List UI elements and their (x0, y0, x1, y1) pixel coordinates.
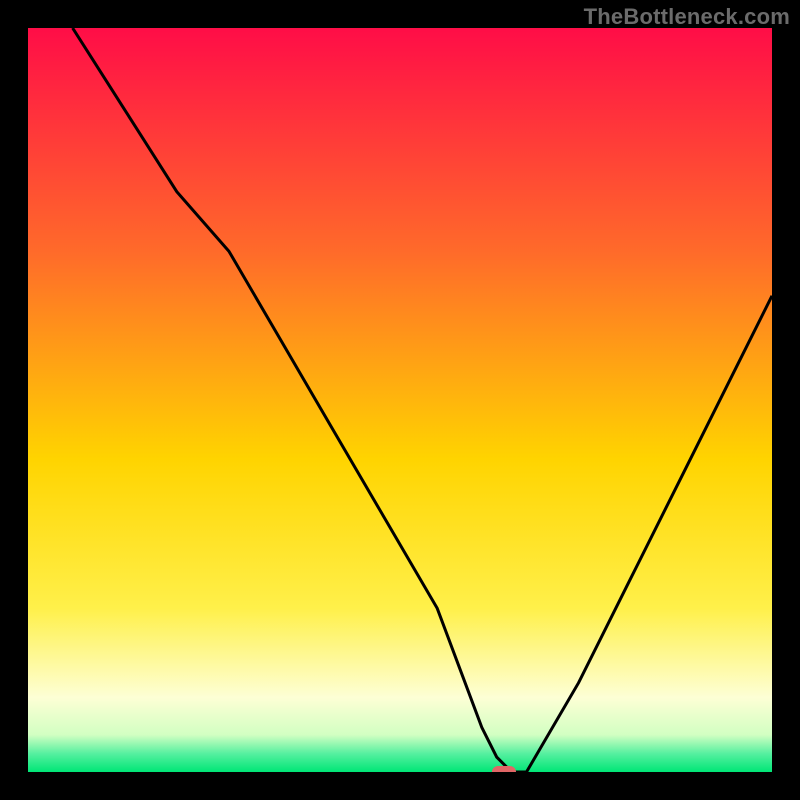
gradient-background (28, 28, 772, 772)
plot-area (28, 28, 772, 772)
attribution-label: TheBottleneck.com (584, 4, 790, 30)
plot-svg (28, 28, 772, 772)
chart-frame: TheBottleneck.com (0, 0, 800, 800)
optimal-marker (492, 766, 516, 772)
